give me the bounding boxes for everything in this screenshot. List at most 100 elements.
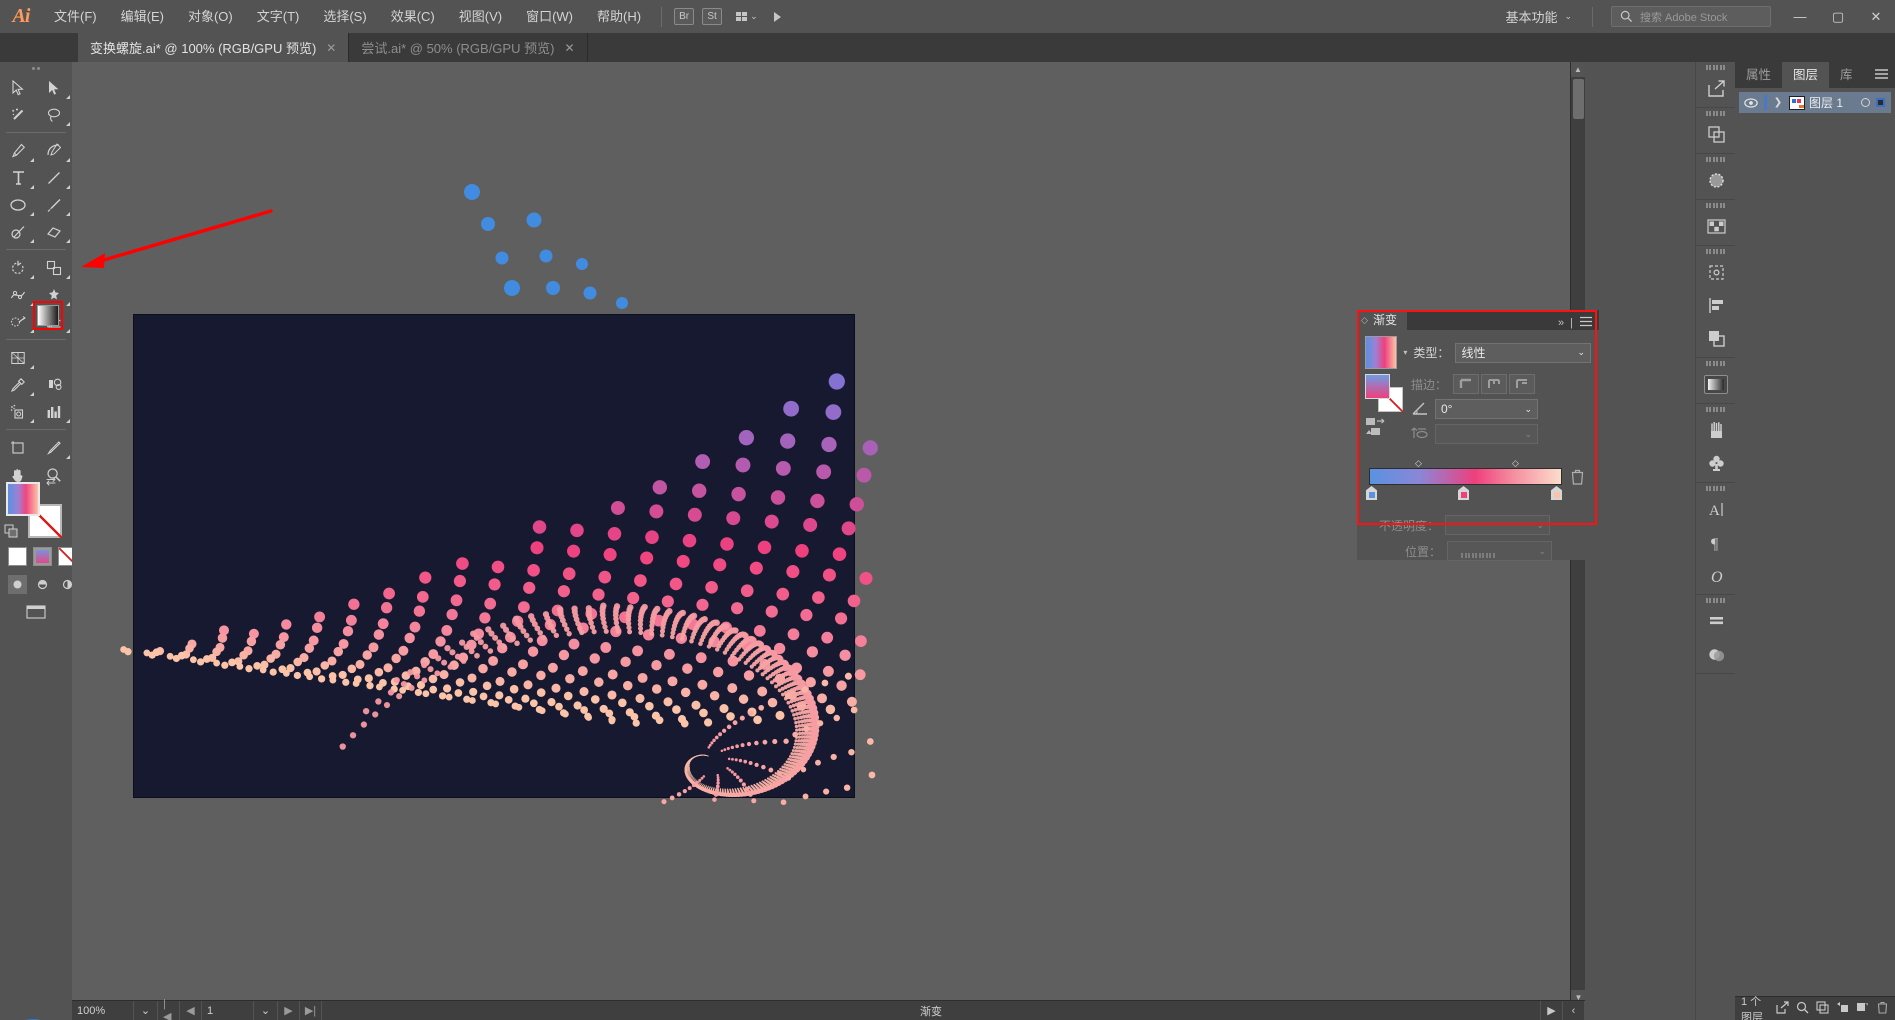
collapse-icon[interactable]: » xyxy=(1558,317,1564,329)
shape-builder-tool[interactable] xyxy=(0,308,36,335)
transform-icon[interactable] xyxy=(1696,256,1736,289)
create-new-layer-icon[interactable] xyxy=(1856,1001,1869,1017)
dock-grip[interactable] xyxy=(1696,483,1735,493)
gradient-ramp[interactable] xyxy=(1369,468,1562,485)
gradient-aspect-field[interactable]: ⌄ xyxy=(1435,424,1538,444)
tab-properties[interactable]: 属性 xyxy=(1735,62,1782,88)
menu-object[interactable]: 对象(O) xyxy=(176,0,245,33)
paragraph-icon[interactable]: ¶ xyxy=(1696,526,1736,559)
stock-icon[interactable]: St xyxy=(702,8,723,25)
gradient-tool[interactable] xyxy=(36,344,72,371)
opacity-field[interactable]: ⌄ xyxy=(1445,515,1551,535)
dock-grip[interactable] xyxy=(1696,358,1735,368)
draw-normal-button[interactable] xyxy=(8,575,27,594)
menu-help[interactable]: 帮助(H) xyxy=(585,0,653,33)
fill-swatch[interactable] xyxy=(6,482,40,516)
status-expand-button[interactable]: ‹ xyxy=(1563,1000,1585,1020)
default-fill-stroke-icon[interactable] xyxy=(4,524,20,543)
next-artboard-button[interactable]: ▶ xyxy=(278,1000,300,1020)
opentype-icon[interactable]: O xyxy=(1696,559,1736,592)
rotate-tool[interactable] xyxy=(0,254,36,281)
shaper-tool[interactable] xyxy=(0,218,36,245)
menu-window[interactable]: 窗口(W) xyxy=(514,0,585,33)
tab-libraries[interactable]: 库 xyxy=(1829,62,1864,88)
column-graph-tool[interactable] xyxy=(36,398,72,425)
menu-edit[interactable]: 编辑(E) xyxy=(109,0,176,33)
slice-tool[interactable] xyxy=(36,434,72,461)
close-icon[interactable]: ✕ xyxy=(564,41,574,55)
align-icon[interactable] xyxy=(1696,289,1736,322)
dock-grip[interactable] xyxy=(1696,595,1735,605)
transparency-icon[interactable] xyxy=(1696,638,1736,671)
prev-artboard-button[interactable]: ◀ xyxy=(180,1000,202,1020)
lasso-tool[interactable] xyxy=(36,101,72,128)
scale-tool[interactable] xyxy=(36,254,72,281)
layers-stack-icon[interactable] xyxy=(1696,118,1736,151)
scroll-up-arrow[interactable]: ▲ xyxy=(1571,62,1585,77)
dock-grip[interactable] xyxy=(1696,62,1735,72)
swap-fill-stroke-icon[interactable]: ⇄ xyxy=(46,474,56,488)
dock-grip[interactable] xyxy=(1696,246,1735,256)
pathfinder-icon[interactable] xyxy=(1696,322,1736,355)
symbols-icon[interactable] xyxy=(1696,447,1736,480)
document-tab-1[interactable]: 变换螺旋.ai* @ 100% (RGB/GPU 预览) ✕ xyxy=(78,33,350,62)
brushes-icon[interactable] xyxy=(1696,414,1736,447)
bridge-icon[interactable]: Br xyxy=(674,8,695,25)
gradient-presets-caret-icon[interactable]: ▾ xyxy=(1403,348,1407,357)
dock-grip[interactable] xyxy=(1696,200,1735,210)
search-input[interactable]: 搜索 Adobe Stock xyxy=(1611,6,1771,27)
panel-menu-icon[interactable] xyxy=(1874,68,1889,83)
stroke-within-button[interactable] xyxy=(1453,374,1480,394)
pen-tool[interactable] xyxy=(0,137,36,164)
export-icon[interactable] xyxy=(1696,72,1736,105)
document-info-icon[interactable] xyxy=(1696,605,1736,638)
dock-grip[interactable] xyxy=(1696,404,1735,414)
artboard-tool[interactable] xyxy=(0,434,36,461)
menu-file[interactable]: 文件(F) xyxy=(42,0,109,33)
selection-tool[interactable] xyxy=(0,74,36,101)
gradient-reverse-button[interactable] xyxy=(1365,416,1389,441)
menu-effect[interactable]: 效果(C) xyxy=(379,0,447,33)
gradient-angle-field[interactable]: 0° ⌄ xyxy=(1435,399,1538,419)
dock-grip[interactable] xyxy=(1696,154,1735,164)
blend-tool[interactable] xyxy=(36,371,72,398)
gradient-stop-1[interactable] xyxy=(1458,486,1469,500)
document-tab-2[interactable]: 尝试.ai* @ 50% (RGB/GPU 预览) ✕ xyxy=(349,33,588,62)
width-tool[interactable] xyxy=(0,281,36,308)
delete-layer-icon[interactable] xyxy=(1876,1001,1889,1017)
release-to-layers-icon[interactable] xyxy=(1776,1000,1789,1017)
zoom-dropdown-button[interactable]: ⌄ xyxy=(134,1000,158,1020)
gradient-stop-2[interactable] xyxy=(1551,486,1562,500)
eraser-tool[interactable] xyxy=(36,218,72,245)
gradient-mode-button[interactable] xyxy=(33,547,52,566)
reverse-gradient-icon[interactable] xyxy=(1411,425,1429,444)
symbol-sprayer-tool[interactable] xyxy=(0,398,36,425)
menu-view[interactable]: 视图(V) xyxy=(447,0,514,33)
gradient-panel-icon[interactable] xyxy=(1696,368,1736,401)
close-icon[interactable]: ✕ xyxy=(326,41,336,55)
gradient-panel-resize-grip[interactable] xyxy=(1357,550,1599,560)
stroke-across-button[interactable] xyxy=(1509,374,1536,394)
maximize-button[interactable]: ▢ xyxy=(1819,0,1857,33)
artboard-dropdown-button[interactable]: ⌄ xyxy=(254,1000,278,1020)
eyedropper-tool[interactable] xyxy=(0,371,36,398)
mesh-tool[interactable] xyxy=(0,344,36,371)
create-new-sublayer-icon[interactable] xyxy=(1836,1001,1849,1017)
target-circle-icon[interactable] xyxy=(1861,98,1870,107)
make-clipping-mask-icon[interactable] xyxy=(1816,1000,1829,1017)
panel-menu-icon[interactable] xyxy=(1579,316,1593,330)
delete-stop-icon[interactable] xyxy=(1570,469,1585,488)
curvature-tool[interactable] xyxy=(36,137,72,164)
gradient-type-select[interactable]: 线性 ⌄ xyxy=(1455,342,1591,363)
workspace-switcher[interactable]: 基本功能 ⌄ xyxy=(1493,7,1584,26)
gradient-fill-swatch[interactable] xyxy=(1365,374,1390,399)
locate-object-icon[interactable] xyxy=(1796,1001,1809,1017)
color-mode-button[interactable] xyxy=(8,547,27,566)
vertical-scroll-thumb[interactable] xyxy=(1573,79,1584,119)
dock-grip[interactable] xyxy=(1696,108,1735,118)
magic-wand-tool[interactable] xyxy=(0,101,36,128)
gradient-midpoint-2[interactable]: ◇ xyxy=(1512,458,1519,469)
gradient-stop-0[interactable] xyxy=(1366,486,1377,500)
status-menu-button[interactable]: ▶ xyxy=(1541,1000,1563,1020)
tools-panel-grip[interactable] xyxy=(0,62,72,74)
